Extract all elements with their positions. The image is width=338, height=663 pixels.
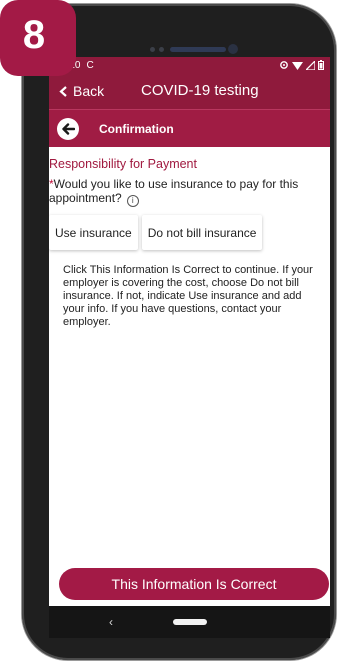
back-button[interactable]: Back: [49, 83, 104, 99]
sub-header: Confirmation: [49, 109, 330, 147]
step-number: 8: [22, 12, 46, 57]
insurance-question: *Would you like to use insurance to pay …: [49, 177, 330, 207]
app-screen: 2:20 C Back COVID-19 testing Confirmatio…: [49, 57, 330, 606]
use-insurance-button[interactable]: Use insurance: [49, 215, 138, 250]
app-title: COVID-19 testing: [141, 82, 259, 99]
battery-icon: [318, 60, 324, 70]
sensor-dot: [159, 47, 164, 52]
section-title: Responsibility for Payment: [49, 157, 197, 171]
signal-icon: [280, 61, 288, 69]
information-correct-button[interactable]: This Information Is Correct: [59, 568, 329, 600]
info-icon[interactable]: i: [126, 195, 139, 207]
sync-icon: C: [86, 59, 94, 71]
cell-signal-icon: [306, 60, 315, 70]
help-text: Click This Information Is Correct to con…: [63, 264, 313, 328]
insurance-choices: Use insurance Do not bill insurance: [49, 215, 330, 250]
back-label: Back: [73, 83, 105, 99]
status-bar: 2:20 C: [49, 57, 330, 73]
nav-back-icon[interactable]: ‹: [109, 615, 113, 629]
front-camera: [228, 44, 238, 54]
circle-back-arrow-icon[interactable]: [57, 117, 79, 140]
content-area: Responsibility for Payment *Would you li…: [49, 157, 330, 329]
earpiece-speaker: [170, 47, 226, 52]
do-not-bill-insurance-button[interactable]: Do not bill insurance: [141, 215, 263, 250]
sensor-dot: [150, 47, 155, 52]
app-bar: Back COVID-19 testing: [49, 73, 330, 109]
system-nav-bar: ‹: [49, 606, 330, 638]
wifi-icon: [292, 61, 303, 70]
sub-header-title: Confirmation: [99, 121, 174, 136]
question-text: Would you like to use insurance to pay f…: [49, 177, 299, 205]
step-badge: 8: [0, 0, 76, 76]
nav-home-pill[interactable]: [172, 619, 207, 625]
chevron-left-icon: [59, 85, 67, 97]
